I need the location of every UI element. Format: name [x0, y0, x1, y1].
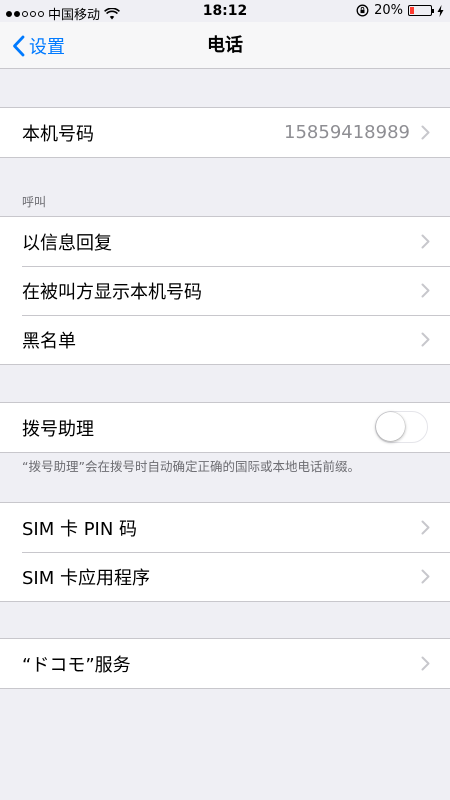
sim-pin-row[interactable]: SIM 卡 PIN 码 — [0, 503, 450, 552]
my-number-group: 本机号码 15859418989 — [0, 107, 450, 158]
sim-pin-label: SIM 卡 PIN 码 — [22, 518, 138, 540]
chevron-right-icon — [421, 283, 430, 298]
blocked-list-label: 黑名单 — [22, 330, 76, 352]
chevron-right-icon — [421, 569, 430, 584]
battery-icon — [408, 5, 434, 16]
dial-assist-label: 拨号助理 — [22, 418, 94, 440]
dial-assist-footer: “拨号助理”会在拨号时自动确定正确的国际或本地电话前缀。 — [22, 459, 360, 474]
calls-group: 以信息回复 在被叫方显示本机号码 黑名单 — [0, 216, 450, 365]
sim-group: SIM 卡 PIN 码 SIM 卡应用程序 — [0, 502, 450, 602]
carrier-services-group: “ドコモ”服务 — [0, 638, 450, 689]
carrier-services-row[interactable]: “ドコモ”服务 — [0, 639, 450, 688]
chevron-right-icon — [421, 125, 430, 140]
my-number-value: 15859418989 — [284, 122, 410, 143]
carrier-services-label: “ドコモ”服务 — [22, 654, 131, 676]
respond-with-text-row[interactable]: 以信息回复 — [0, 217, 450, 266]
navigation-bar: 设置 电话 — [0, 22, 450, 69]
page-title: 电话 — [207, 35, 243, 56]
sim-applications-row[interactable]: SIM 卡应用程序 — [0, 552, 450, 601]
my-number-row[interactable]: 本机号码 15859418989 — [0, 108, 450, 157]
dial-assist-row: 拨号助理 — [0, 403, 450, 452]
show-caller-id-label: 在被叫方显示本机号码 — [22, 281, 202, 303]
show-caller-id-row[interactable]: 在被叫方显示本机号码 — [0, 266, 450, 315]
sim-applications-label: SIM 卡应用程序 — [22, 567, 150, 589]
chevron-right-icon — [421, 332, 430, 347]
section-header-calls: 呼叫 — [22, 195, 47, 209]
toggle-knob — [376, 412, 405, 441]
chevron-right-icon — [421, 234, 430, 249]
my-number-label: 本机号码 — [22, 123, 94, 145]
charging-bolt-icon — [437, 4, 444, 17]
dial-assist-toggle[interactable] — [375, 411, 428, 443]
battery-percent: 20% — [374, 3, 403, 18]
rotation-lock-icon — [356, 4, 369, 17]
chevron-right-icon — [421, 520, 430, 535]
chevron-right-icon — [421, 656, 430, 671]
dial-assist-group: 拨号助理 — [0, 402, 450, 453]
blocked-list-row[interactable]: 黑名单 — [0, 315, 450, 364]
respond-with-text-label: 以信息回复 — [22, 232, 112, 254]
status-right: 20% — [356, 3, 444, 18]
status-bar: 中国移动 18:12 20% — [0, 0, 450, 23]
